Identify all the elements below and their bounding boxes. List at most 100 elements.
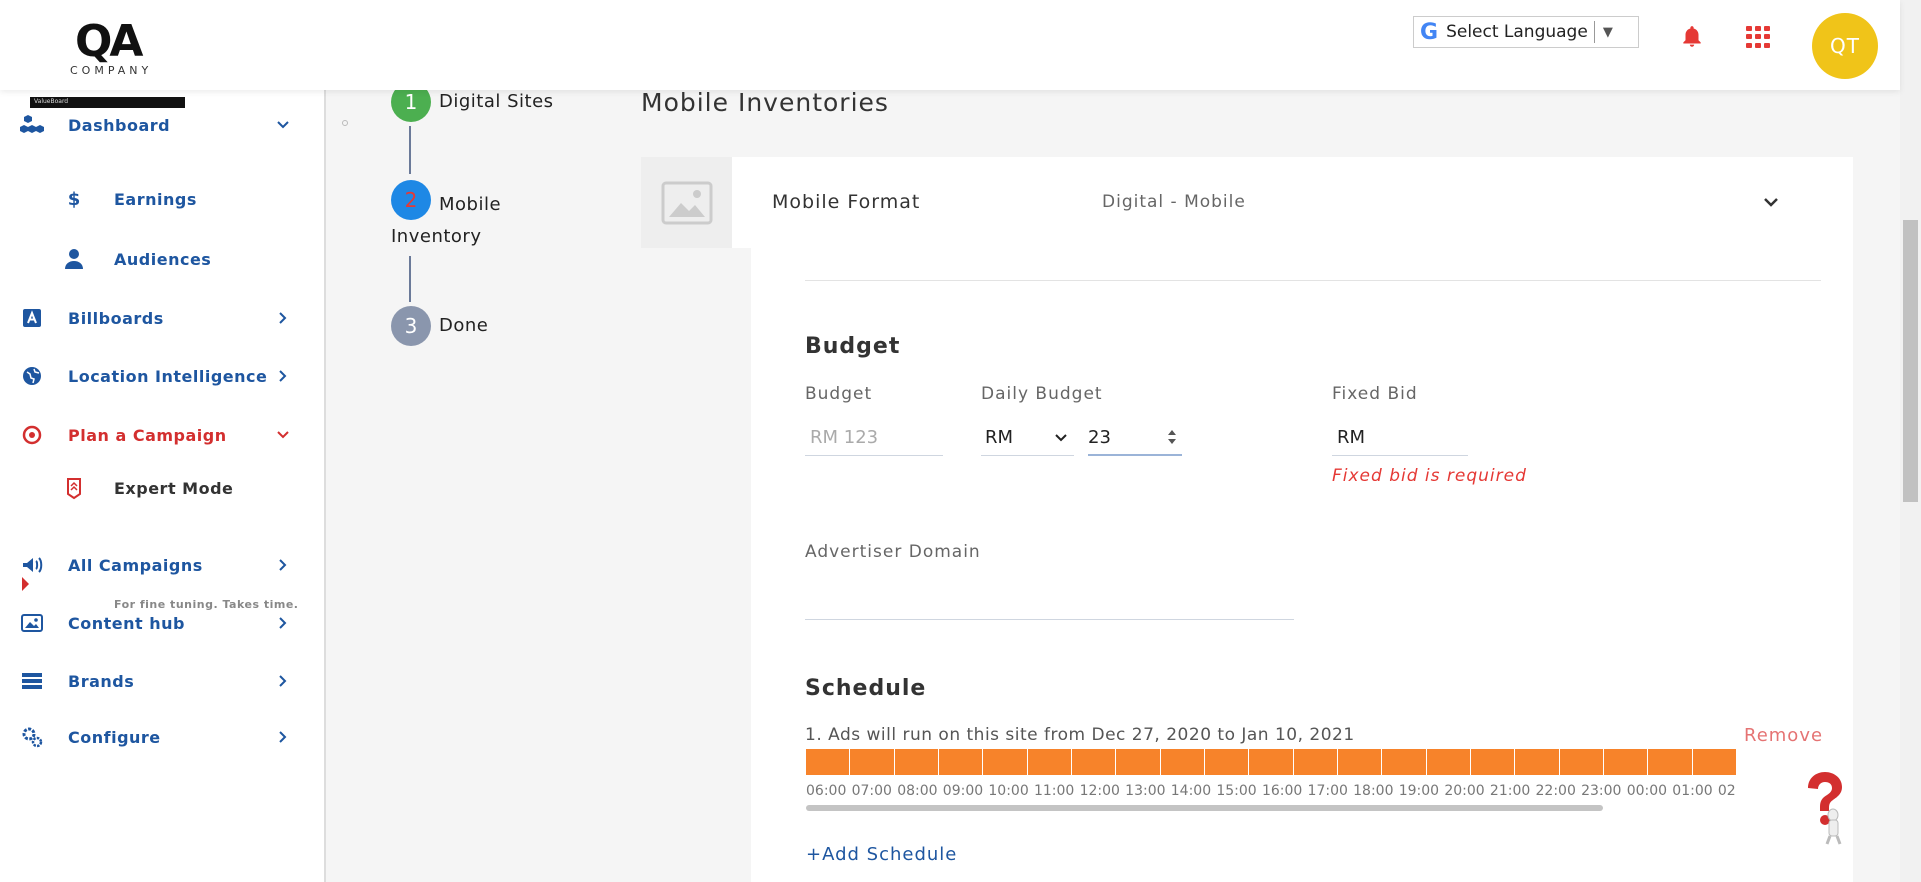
add-schedule-button[interactable]: +Add Schedule [806, 844, 957, 865]
hour-label: 21:00 [1489, 783, 1531, 799]
hour-label: 08:00 [897, 783, 938, 799]
sidebar-item-earnings[interactable]: $ Earnings [0, 179, 326, 219]
hour-label: 16:00 [1261, 783, 1303, 799]
user-avatar[interactable]: QT [1812, 13, 1878, 79]
logo-bar: ValueBoard [30, 97, 185, 108]
sidebar-label: Dashboard [68, 115, 171, 135]
format-type: Digital - Mobile [1102, 192, 1246, 212]
number-stepper-icon[interactable] [1166, 426, 1178, 448]
sidebar-label: Location Intelligence [68, 366, 268, 386]
logo-tag: ValueBoard [34, 98, 69, 105]
hour-label: 11:00 [1033, 783, 1075, 799]
gears-icon [22, 727, 43, 748]
hour-label: 19:00 [1398, 783, 1440, 799]
step-1-label[interactable]: Digital Sites [439, 91, 554, 112]
step-connector [409, 126, 411, 174]
section-divider [805, 280, 1821, 281]
sidebar-label: Expert Mode [114, 478, 234, 498]
logo-company: COMPANY [70, 64, 153, 77]
schedule-entry-text: 1. Ads will run on this site from Dec 27… [805, 725, 1355, 745]
timeline-scrollbar[interactable] [806, 805, 1603, 811]
megaphone-icon [23, 557, 43, 573]
schedule-section-title: Schedule [805, 676, 927, 701]
apps-grid-icon[interactable] [1746, 26, 1770, 48]
advertiser-domain-input[interactable] [805, 578, 1294, 620]
hour-label: 23:00 [1581, 783, 1622, 799]
currency-value: RM [985, 427, 1014, 448]
top-header: QA COMPANY ValueBoard G Select Language … [0, 0, 1900, 108]
hour-label: 12:00 [1079, 783, 1120, 799]
hour-label: 02:00 [1717, 783, 1737, 799]
hour-label: 10:00 [988, 783, 1029, 799]
page-scrollbar[interactable] [1900, 0, 1921, 882]
help-question-icon[interactable] [1800, 770, 1850, 845]
chevron-down-icon[interactable] [1762, 193, 1780, 211]
hour-label: 20:00 [1444, 783, 1485, 799]
hour-label: 17:00 [1307, 783, 1348, 799]
image-icon [21, 614, 43, 632]
chevron-right-icon [279, 370, 287, 382]
sidebar-label: Earnings [114, 189, 197, 209]
step-3-label[interactable]: Done [439, 315, 488, 336]
chevron-down-icon [277, 431, 289, 439]
sidebar-label: Billboards [68, 308, 164, 328]
sidebar-label: Configure [68, 727, 161, 747]
language-label: Select Language [1446, 22, 1588, 42]
chevron-right-icon [279, 675, 287, 687]
fixed-bid-label: Fixed Bid [1332, 384, 1418, 404]
chevron-right-icon [279, 559, 287, 571]
budget-input[interactable]: RM 123 [805, 420, 943, 456]
currency-select[interactable]: RM [981, 420, 1074, 456]
budget-label: Budget [805, 384, 873, 404]
hour-label: 18:00 [1353, 783, 1394, 799]
step-2-label[interactable]: Mobile Inventory [391, 189, 541, 253]
logo-text: QA [75, 16, 143, 67]
sidebar: Dashboard $ Earnings Audiences Billboard… [0, 90, 326, 882]
sidebar-item-content-hub[interactable]: Content hub [0, 603, 326, 643]
format-name: Mobile Format [772, 191, 921, 213]
globe-icon [23, 367, 41, 385]
dollar-icon: $ [67, 188, 81, 210]
sidebar-label: Plan a Campaign [68, 425, 227, 445]
schedule-timeline[interactable] [806, 749, 1737, 775]
step-3-circle[interactable]: 3 [391, 306, 431, 346]
chevron-right-icon [279, 731, 287, 743]
daily-budget-input[interactable]: 23 [1088, 420, 1182, 456]
image-placeholder-icon [661, 181, 712, 224]
hour-label: 07:00 [851, 783, 892, 799]
sidebar-item-all-campaigns[interactable]: All Campaigns [0, 545, 326, 585]
dropdown-arrow-icon: ▼ [1602, 24, 1613, 40]
company-logo[interactable]: QA COMPANY ValueBoard [30, 10, 185, 108]
bell-icon[interactable] [1679, 24, 1705, 50]
sidebar-label: Audiences [114, 249, 212, 269]
target-icon [22, 425, 42, 445]
sidebar-item-audiences[interactable]: Audiences [0, 239, 326, 279]
chevron-down-icon [277, 121, 289, 129]
chevron-right-icon [279, 617, 287, 629]
sidebar-item-plan-a-campaign[interactable]: Plan a Campaign [0, 415, 326, 455]
sidebar-item-location-intelligence[interactable]: Location Intelligence [0, 356, 326, 396]
language-divider [1593, 21, 1595, 43]
fixed-bid-input[interactable]: RM [1332, 420, 1468, 456]
hour-label: 13:00 [1125, 783, 1166, 799]
step-connector [409, 256, 411, 302]
daily-budget-label: Daily Budget [981, 384, 1103, 404]
list-icon [22, 673, 42, 689]
page-scrollbar-thumb[interactable] [1903, 220, 1918, 502]
sidebar-item-brands[interactable]: Brands [0, 661, 326, 701]
chevron-down-icon [1055, 433, 1067, 441]
sidebar-item-dashboard[interactable]: Dashboard [0, 105, 326, 145]
sidebar-item-configure[interactable]: Configure [0, 717, 326, 757]
advertiser-domain-label: Advertiser Domain [805, 542, 981, 562]
remove-schedule-link[interactable]: Remove [1744, 725, 1823, 746]
language-select[interactable]: G Select Language ▼ [1413, 16, 1639, 48]
fixed-bid-error: Fixed bid is required [1332, 466, 1527, 486]
cubes-icon [20, 115, 44, 133]
sidebar-item-billboards[interactable]: Billboards [0, 298, 326, 338]
sidebar-label: All Campaigns [68, 555, 203, 575]
sidebar-item-expert-mode[interactable]: Expert Mode [0, 468, 326, 508]
format-header[interactable]: Mobile Format Digital - Mobile [641, 157, 1853, 248]
hour-label: 15:00 [1216, 783, 1257, 799]
hour-label: 14:00 [1170, 783, 1212, 799]
page-title: Mobile Inventories [641, 88, 889, 117]
